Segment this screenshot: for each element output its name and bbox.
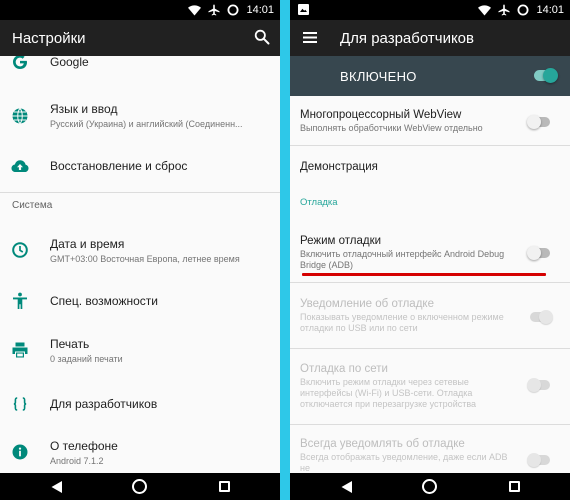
dev-item-debug-notification[interactable]: Уведомление об отладке Показывать уведом… bbox=[290, 291, 570, 346]
page-title: Для разработчиков bbox=[340, 30, 474, 47]
dev-item-multiprocess-webview[interactable]: Многопроцессорный WebView Выполнять обра… bbox=[290, 102, 570, 142]
switch-knob bbox=[543, 67, 558, 83]
switch-knob bbox=[527, 245, 541, 260]
airplane-mode-icon bbox=[208, 4, 220, 16]
back-icon[interactable] bbox=[50, 480, 63, 494]
master-switch-toggle[interactable] bbox=[534, 67, 558, 83]
item-divider bbox=[290, 145, 570, 146]
home-icon[interactable] bbox=[132, 479, 147, 494]
status-icons: 14:01 bbox=[188, 3, 274, 17]
circle-status-icon bbox=[517, 4, 529, 16]
settings-item-title: Язык и ввод bbox=[50, 102, 118, 116]
dev-item-subtitle: Выполнять обработчики WebView отдельно bbox=[300, 123, 483, 133]
app-bar: Для разработчиков bbox=[290, 20, 570, 56]
dev-item-subtitle: Всегда отображать уведомление, даже если… bbox=[300, 452, 508, 473]
settings-item-title: Google bbox=[50, 56, 89, 69]
dev-item-subtitle: Показывать уведомление о включенном режи… bbox=[300, 312, 504, 333]
dev-item-demo-mode[interactable]: Демонстрация bbox=[290, 152, 570, 182]
settings-item-subtitle: 0 заданий печати bbox=[50, 354, 123, 364]
dev-item-title: Всегда уведомлять об отладке bbox=[300, 438, 465, 450]
status-time: 14:01 bbox=[536, 4, 564, 16]
search-icon[interactable] bbox=[254, 29, 270, 45]
dev-item-always-notify-debugging[interactable]: Всегда уведомлять об отладке Всегда отоб… bbox=[290, 431, 570, 473]
home-icon[interactable] bbox=[422, 479, 437, 494]
switch-knob bbox=[527, 452, 541, 467]
item-divider bbox=[290, 282, 570, 283]
settings-item-title: О телефоне bbox=[50, 439, 118, 453]
section-divider bbox=[0, 192, 280, 193]
settings-item-google[interactable]: Google bbox=[0, 56, 280, 80]
developer-options-screen: 14:01 Для разработчиков ВКЛЮЧЕНО Многопр… bbox=[290, 0, 570, 500]
network-debugging-toggle[interactable] bbox=[527, 377, 550, 392]
item-divider bbox=[290, 424, 570, 425]
wifi-icon bbox=[188, 4, 202, 15]
airplane-mode-icon bbox=[498, 4, 510, 16]
debug-notification-toggle[interactable] bbox=[530, 309, 553, 324]
clock-icon bbox=[12, 242, 28, 258]
image-notification-icon bbox=[298, 4, 309, 15]
status-bar: 14:01 bbox=[290, 0, 570, 20]
master-switch-label: ВКЛЮЧЕНО bbox=[340, 69, 417, 84]
settings-item-subtitle: Русский (Украина) и английский (Соединен… bbox=[50, 119, 243, 129]
settings-item-backup-reset[interactable]: Восстановление и сброс bbox=[0, 151, 280, 181]
item-divider bbox=[290, 348, 570, 349]
back-icon[interactable] bbox=[340, 480, 353, 494]
settings-item-printing[interactable]: Печать 0 заданий печати bbox=[0, 332, 280, 372]
dev-item-title: Уведомление об отладке bbox=[300, 298, 434, 310]
settings-item-accessibility[interactable]: Спец. возможности bbox=[0, 286, 280, 316]
status-bar: 14:01 bbox=[0, 0, 280, 20]
navigation-bar bbox=[290, 473, 570, 500]
settings-item-date-time[interactable]: Дата и время GMT+03:00 Восточная Европа,… bbox=[0, 230, 280, 270]
dev-item-subtitle: Включить режим отладки через сетевые инт… bbox=[300, 377, 477, 409]
settings-list: Google Язык и ввод Русский (Украина) и а… bbox=[0, 56, 280, 473]
settings-item-developer-options[interactable]: Для разработчиков bbox=[0, 389, 280, 419]
settings-item-subtitle: GMT+03:00 Восточная Европа, летнее время bbox=[50, 254, 240, 264]
switch-knob bbox=[527, 114, 541, 129]
globe-icon bbox=[12, 108, 28, 124]
dev-item-title: Демонстрация bbox=[300, 161, 378, 173]
dev-item-title: Режим отладки bbox=[300, 235, 382, 247]
settings-item-subtitle: Android 7.1.2 bbox=[50, 456, 104, 466]
switch-knob bbox=[539, 309, 553, 324]
section-header-debugging: Отладка bbox=[300, 197, 338, 208]
menu-icon[interactable] bbox=[302, 31, 318, 44]
status-icons: 14:01 bbox=[478, 3, 564, 17]
page-title: Настройки bbox=[12, 30, 86, 47]
settings-item-title: Для разработчиков bbox=[50, 397, 158, 411]
settings-screen: 14:01 Настройки Google Язык и ввод Русск… bbox=[0, 0, 280, 500]
multiprocess-webview-toggle[interactable] bbox=[527, 114, 550, 129]
settings-item-title: Дата и время bbox=[50, 237, 125, 251]
settings-item-language[interactable]: Язык и ввод Русский (Украина) и английск… bbox=[0, 96, 280, 136]
app-bar: Настройки bbox=[0, 20, 280, 56]
info-icon bbox=[12, 444, 28, 460]
screenshot-divider bbox=[280, 0, 290, 500]
accessibility-icon bbox=[13, 292, 27, 309]
circle-status-icon bbox=[227, 4, 239, 16]
google-icon bbox=[13, 56, 27, 69]
settings-item-title: Печать bbox=[50, 337, 90, 351]
dev-item-title: Многопроцессорный WebView bbox=[300, 109, 462, 121]
settings-item-title: Восстановление и сброс bbox=[50, 159, 188, 173]
section-header-system: Система bbox=[12, 200, 53, 211]
developer-options-list: ВКЛЮЧЕНО Многопроцессорный WebView Выпол… bbox=[290, 56, 570, 473]
settings-item-title: Спец. возможности bbox=[50, 294, 158, 308]
settings-item-about-phone[interactable]: О телефоне Android 7.1.2 bbox=[0, 434, 280, 473]
navigation-bar bbox=[0, 473, 280, 500]
dev-item-title: Отладка по сети bbox=[300, 363, 388, 375]
dev-item-network-debugging[interactable]: Отладка по сети Включить режим отладки ч… bbox=[290, 356, 570, 420]
recent-apps-icon[interactable] bbox=[219, 481, 230, 492]
recent-apps-icon[interactable] bbox=[509, 481, 520, 492]
dev-item-subtitle: Включить отладочный интерфейс Android De… bbox=[300, 249, 505, 270]
printer-icon bbox=[12, 342, 28, 358]
braces-icon bbox=[13, 397, 27, 411]
status-time: 14:01 bbox=[246, 4, 274, 16]
developer-options-master-switch-bar[interactable]: ВКЛЮЧЕНО bbox=[290, 56, 570, 96]
switch-knob bbox=[527, 377, 541, 392]
highlight-underline bbox=[302, 273, 546, 276]
cloud-upload-icon bbox=[11, 160, 29, 172]
wifi-icon bbox=[478, 4, 492, 15]
always-notify-debugging-toggle[interactable] bbox=[527, 452, 550, 467]
usb-debugging-toggle[interactable] bbox=[527, 245, 550, 260]
